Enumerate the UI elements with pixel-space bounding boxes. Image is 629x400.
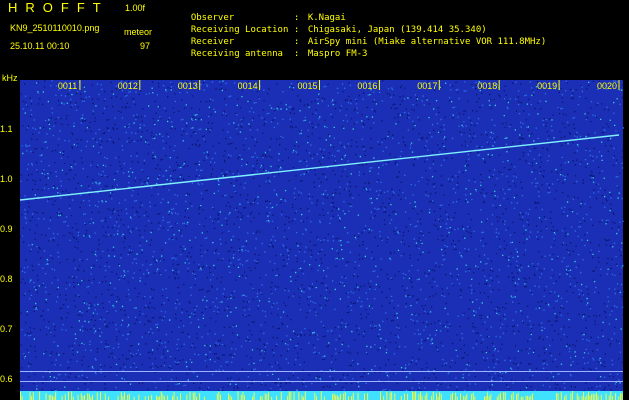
x-tick-label: 0012 bbox=[117, 81, 138, 91]
y-tick-label: 1.1 bbox=[0, 124, 13, 134]
x-tick-label: 0014 bbox=[237, 81, 258, 91]
x-tick-label: 0017 bbox=[417, 81, 438, 91]
spectrogram-canvas bbox=[19, 80, 625, 400]
y-tick-label: 0.7 bbox=[0, 324, 13, 334]
y-tick-label: 1.0 bbox=[0, 174, 13, 184]
x-tick-label: 0019 bbox=[537, 81, 558, 91]
x-tick-label: 0020 bbox=[597, 81, 618, 91]
spectrogram: kHz 1.1 1.0 0.9 0.8 0.7 0.6 0011 0012 0013 0014 0… bbox=[0, 73, 629, 400]
app-title: HROFFT bbox=[8, 0, 109, 15]
x-tick-label: 0016 bbox=[357, 81, 378, 91]
datetime-label: 25.10.11 00:10 bbox=[10, 41, 70, 51]
meta-key: Receiving antenna bbox=[190, 49, 283, 59]
x-tick-label: 0013 bbox=[177, 81, 198, 91]
filename-label: KN9_2510110010.png bbox=[10, 23, 100, 33]
app-version: 1.00f bbox=[125, 3, 146, 13]
y-tick-label: 0.6 bbox=[0, 374, 13, 384]
x-tick-label: 0011 bbox=[57, 81, 78, 91]
meteor-label: meteor bbox=[124, 27, 153, 37]
meta-value: Maspro FM-3 bbox=[307, 49, 368, 59]
y-axis-unit: kHz bbox=[2, 73, 18, 83]
x-tick-label: 0018 bbox=[477, 81, 498, 91]
meteor-count: 97 bbox=[140, 41, 151, 51]
noise-speckle-cyan bbox=[22, 80, 624, 400]
meta-row-antenna: Receiving antenna: Maspro FM-3 bbox=[180, 39, 368, 59]
y-tick-label: 0.8 bbox=[0, 274, 13, 284]
meta-sep: : bbox=[293, 49, 300, 59]
y-tick-label: 0.9 bbox=[0, 224, 13, 234]
x-tick-label: 0015 bbox=[297, 81, 318, 91]
carrier-trace bbox=[19, 134, 620, 201]
